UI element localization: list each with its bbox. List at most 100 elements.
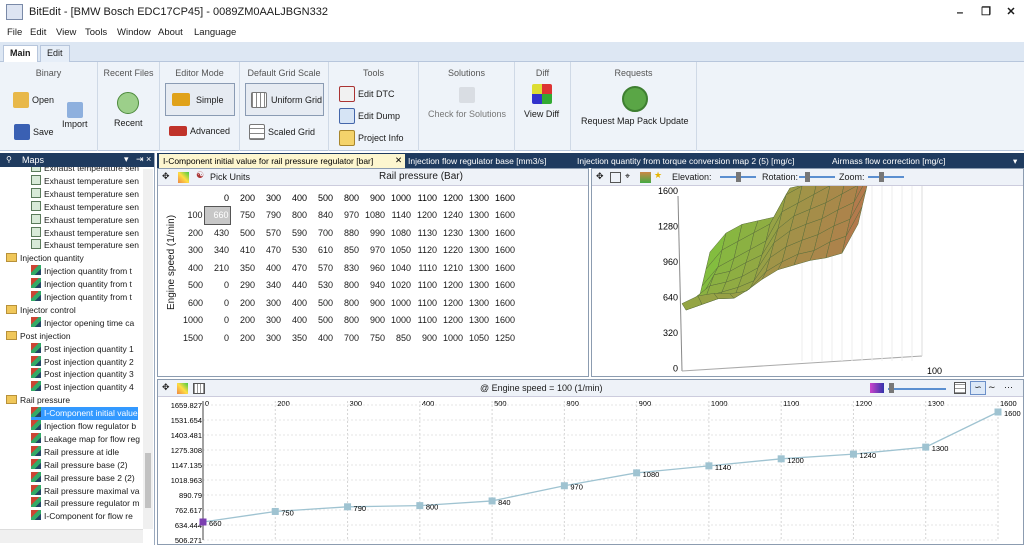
table-cell[interactable]: 880 xyxy=(334,224,360,242)
table-cell[interactable]: 1200 xyxy=(438,277,464,295)
data-point[interactable] xyxy=(849,450,857,458)
table-cell[interactable]: 850 xyxy=(334,242,360,260)
row-header[interactable]: 200 xyxy=(178,224,204,242)
table-cell[interactable]: 1600 xyxy=(490,224,516,242)
table-cell[interactable]: 960 xyxy=(360,259,386,277)
table-cell[interactable]: 1300 xyxy=(464,277,490,295)
maps-scroll-thumb[interactable] xyxy=(145,453,151,508)
data-point[interactable] xyxy=(777,455,785,463)
data-point[interactable] xyxy=(416,502,424,510)
light-bulb-icon[interactable]: ★ xyxy=(654,170,662,181)
row-header[interactable]: 300 xyxy=(178,242,204,260)
table-cell[interactable]: 1300 xyxy=(464,294,490,312)
table-cell[interactable]: 1220 xyxy=(438,242,464,260)
line-chart[interactable]: 0 200 300 400 500 800 900 1000 1100 1200 1300 16001… xyxy=(158,397,1023,544)
tree-folder[interactable]: Injector control xyxy=(6,304,76,317)
table-cell[interactable]: 300 xyxy=(256,312,282,330)
table-cell[interactable]: 0 xyxy=(204,294,230,312)
line-mode-icon[interactable]: ∽ xyxy=(970,381,986,395)
rotation-slider-thumb[interactable] xyxy=(805,172,810,182)
palette-icon[interactable] xyxy=(870,383,884,393)
tree-map-item[interactable]: Leakage map for flow reg xyxy=(31,432,140,446)
tree-map-item[interactable]: Rail pressure regulator m xyxy=(31,497,139,510)
table-cell[interactable]: 1250 xyxy=(490,329,516,347)
tree-map-item[interactable]: Post injection quantity 2 xyxy=(31,355,134,369)
table-cell[interactable]: 900 xyxy=(360,312,386,330)
column-header[interactable]: 1000 xyxy=(386,189,412,207)
tree-map-item[interactable]: I-Component for flow re xyxy=(31,510,133,523)
simple-mode-button[interactable]: Simple xyxy=(165,83,235,116)
table-cell[interactable]: 530 xyxy=(282,242,308,260)
table-cell[interactable]: 1230 xyxy=(438,224,464,242)
tree-map-item[interactable]: Rail pressure base (2) xyxy=(31,458,128,472)
table-cell[interactable]: 400 xyxy=(308,329,334,347)
panel-dropdown-icon[interactable]: ▾ xyxy=(124,154,129,165)
table-cell[interactable]: 1300 xyxy=(464,207,490,225)
table-cell[interactable]: 210 xyxy=(204,259,230,277)
data-point[interactable] xyxy=(705,462,713,470)
table-cell[interactable]: 200 xyxy=(230,312,256,330)
table-cell[interactable]: 340 xyxy=(256,277,282,295)
table-cell[interactable]: 1200 xyxy=(438,312,464,330)
pin-icon[interactable]: ⇥ xyxy=(136,154,144,165)
column-header[interactable]: 300 xyxy=(256,189,282,207)
edit-dump-button[interactable]: Edit Dump xyxy=(339,108,400,124)
table-cell[interactable]: 200 xyxy=(230,294,256,312)
table-cell[interactable]: 830 xyxy=(334,259,360,277)
menu-about[interactable]: About xyxy=(158,27,183,38)
tree-folder[interactable]: Post injection xyxy=(6,330,71,343)
table-cell[interactable]: 700 xyxy=(334,329,360,347)
tree-map-item[interactable]: Injection quantity from t xyxy=(31,278,132,291)
tree-map-item[interactable]: Exhaust temperature sen xyxy=(31,239,139,252)
column-header[interactable]: 1300 xyxy=(464,189,490,207)
tree-folder[interactable]: Rail pressure xyxy=(6,394,70,407)
table-cell[interactable]: 590 xyxy=(282,224,308,242)
table-cell[interactable]: 1140 xyxy=(386,207,412,225)
tree-map-item[interactable]: Injector opening time ca xyxy=(31,316,134,330)
table-cell[interactable]: 350 xyxy=(230,259,256,277)
table-cell[interactable]: 850 xyxy=(386,329,412,347)
table-cell[interactable]: 1100 xyxy=(412,277,438,295)
table-cell[interactable]: 1600 xyxy=(490,242,516,260)
table-cell[interactable]: 990 xyxy=(360,224,386,242)
table-cell[interactable]: 200 xyxy=(230,329,256,347)
table-cell[interactable]: 1050 xyxy=(464,329,490,347)
table-cell[interactable]: 1210 xyxy=(438,259,464,277)
tree-map-item[interactable]: Injection quantity from t xyxy=(31,291,132,304)
data-point[interactable] xyxy=(922,443,930,451)
move-icon[interactable]: ✥ xyxy=(596,171,604,182)
table-cell[interactable]: 1100 xyxy=(412,312,438,330)
doc-tab-flow-regulator[interactable]: Injection flow regulator base [mm3/s] xyxy=(404,154,550,168)
minimize-button[interactable]: – xyxy=(947,3,973,21)
tree-map-item[interactable]: Injection flow regulator b xyxy=(31,420,136,433)
table-cell[interactable]: 1200 xyxy=(438,294,464,312)
table-cell[interactable]: 660 xyxy=(203,206,231,225)
table-cell[interactable]: 570 xyxy=(308,259,334,277)
table-cell[interactable]: 0 xyxy=(204,329,230,347)
doc-tab-active[interactable]: I-Component initial value for rail press… xyxy=(159,154,405,168)
tree-map-item[interactable]: Rail pressure maximal va xyxy=(31,484,139,498)
color-map-icon[interactable] xyxy=(178,172,189,183)
tree-map-item[interactable]: Rail pressure at idle xyxy=(31,445,119,459)
table-cell[interactable]: 500 xyxy=(308,312,334,330)
tree-map-item[interactable]: Injection quantity from t xyxy=(31,265,132,278)
data-point[interactable] xyxy=(488,497,496,505)
tree-map-item[interactable]: Post injection quantity 3 xyxy=(31,368,134,381)
table-cell[interactable]: 900 xyxy=(412,329,438,347)
tree-map-item[interactable]: Post injection quantity 1 xyxy=(31,342,134,356)
tabs-overflow-icon[interactable]: ▾ xyxy=(1009,154,1021,168)
table-cell[interactable]: 700 xyxy=(308,224,334,242)
table-cell[interactable]: 1600 xyxy=(490,259,516,277)
save-button[interactable]: Save xyxy=(14,124,54,140)
table-cell[interactable]: 1240 xyxy=(438,207,464,225)
pick-units-button[interactable]: Pick Units xyxy=(210,172,250,182)
menu-tools[interactable]: Tools xyxy=(85,27,107,38)
table-cell[interactable]: 1300 xyxy=(464,242,490,260)
table-cell[interactable]: 610 xyxy=(308,242,334,260)
tab-main[interactable]: Main xyxy=(3,45,38,62)
table-cell[interactable]: 1300 xyxy=(464,259,490,277)
column-header[interactable]: 1600 xyxy=(490,189,516,207)
table-cell[interactable]: 470 xyxy=(256,242,282,260)
advanced-mode-button[interactable]: Advanced xyxy=(169,126,230,136)
data-point[interactable] xyxy=(633,469,641,477)
